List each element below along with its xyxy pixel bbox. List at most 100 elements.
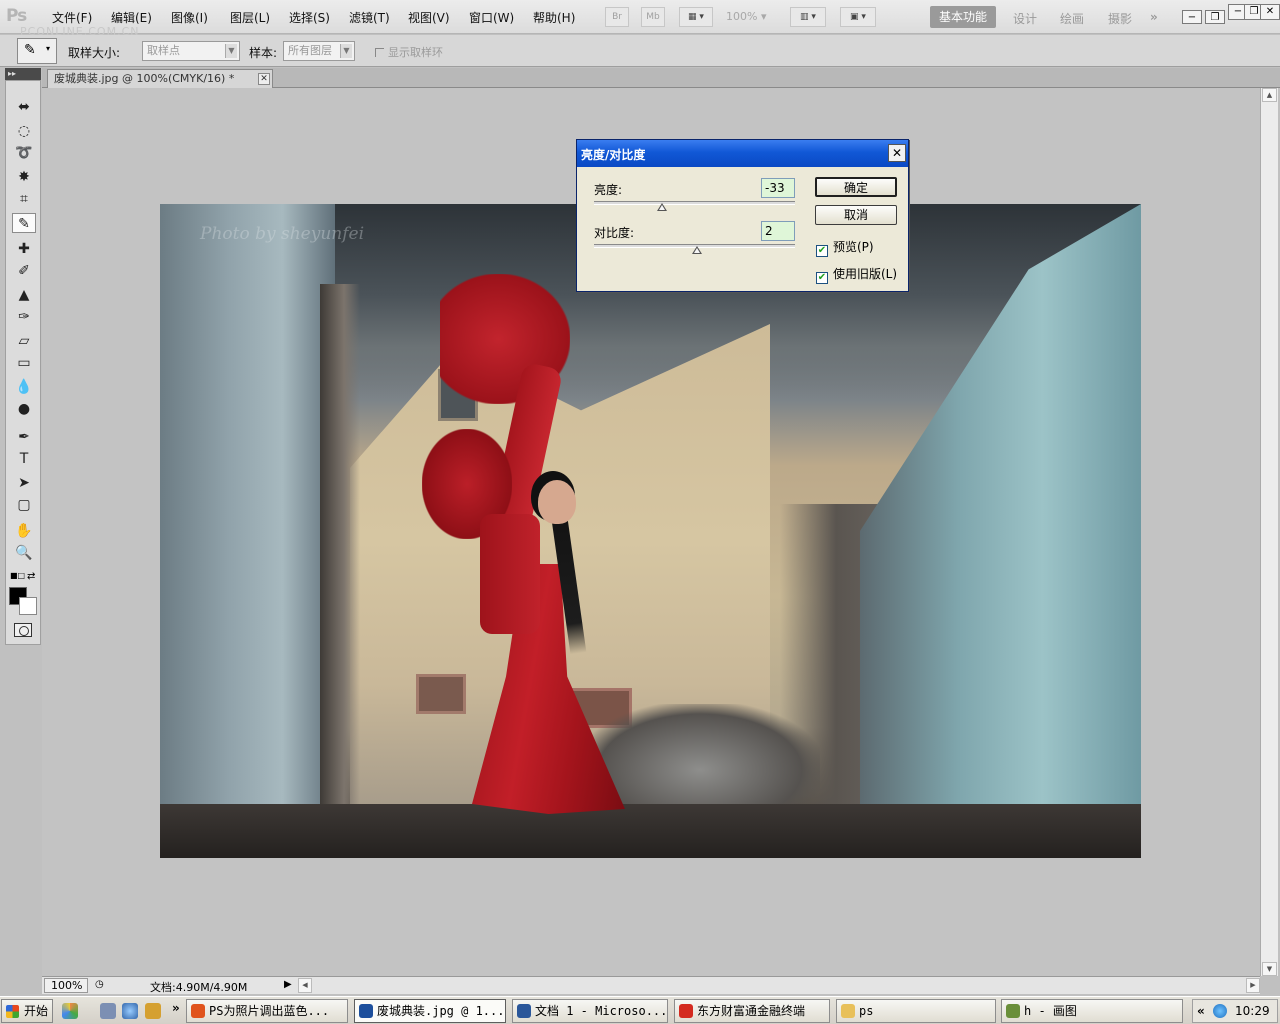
messenger-icon[interactable] (62, 1003, 78, 1019)
contrast-input[interactable]: 2 (761, 221, 795, 241)
menu-image[interactable]: 图像(I) (171, 9, 208, 26)
dialog-title-bar[interactable]: 亮度/对比度 ✕ (577, 140, 908, 167)
menu-help[interactable]: 帮助(H) (533, 9, 575, 26)
network-icon[interactable] (1213, 1004, 1227, 1018)
brightness-slider-thumb[interactable] (657, 203, 668, 211)
shape-tool-icon[interactable]: ▢ (12, 495, 36, 515)
status-menu-arrow-icon[interactable]: ▶ (284, 979, 292, 990)
dodge-tool-icon[interactable]: ● (12, 399, 36, 419)
scroll-left-icon[interactable]: ◀ (298, 978, 312, 993)
gradient-tool-icon[interactable]: ▭ (12, 353, 36, 373)
healing-brush-tool-icon[interactable]: ✚ (12, 239, 36, 259)
doc-minimize-button[interactable]: − (1182, 10, 1202, 24)
close-icon[interactable]: ✕ (888, 144, 906, 162)
vertical-scrollbar[interactable]: ▲ ▼ (1260, 88, 1278, 976)
taskbar-button-label: h - 画图 (1024, 1004, 1077, 1018)
mini-bridge-button[interactable]: Mb (641, 7, 665, 27)
preview-checkbox[interactable]: ✔ 预览(P) (816, 238, 874, 257)
pen-tool-icon[interactable]: ✒ (12, 427, 36, 447)
menu-select[interactable]: 选择(S) (289, 9, 330, 26)
contrast-slider-thumb[interactable] (691, 246, 702, 254)
clock: 10:29 (1235, 1004, 1270, 1018)
stamp-tool-icon[interactable]: ▲ (12, 285, 36, 305)
zoom-level-dropdown[interactable]: 100% ▾ (726, 10, 766, 23)
close-icon[interactable]: ✕ (258, 73, 270, 85)
app-icon (1006, 1004, 1020, 1018)
swap-colors-icon[interactable]: ⇄ (27, 571, 35, 582)
workspace-essentials[interactable]: 基本功能 (930, 6, 996, 28)
hand-tool-icon[interactable]: ✋ (12, 521, 36, 541)
scroll-right-icon[interactable]: ▶ (1246, 978, 1260, 993)
zoom-tool-icon[interactable]: 🔍 (12, 543, 36, 563)
document-tab-bar: 废城典装.jpg @ 100%(CMYK/16) * ✕ (42, 68, 1280, 88)
quick-mask-icon[interactable] (14, 623, 32, 637)
checkbox-icon: ✔ (816, 272, 828, 284)
window-close-button[interactable]: ✕ (1260, 4, 1280, 20)
taskbar-button[interactable]: 文档 1 - Microso... (512, 999, 668, 1023)
taskbar-button[interactable]: ps (836, 999, 996, 1023)
internet-explorer-icon[interactable] (122, 1003, 138, 1019)
taskbar-button[interactable]: h - 画图 (1001, 999, 1183, 1023)
menu-window[interactable]: 窗口(W) (469, 9, 514, 26)
workspace-photography[interactable]: 摄影 (1108, 10, 1132, 27)
type-tool-icon[interactable]: T (12, 449, 36, 469)
workspace-more-button[interactable]: » (1150, 10, 1158, 24)
scroll-up-icon[interactable]: ▲ (1262, 88, 1277, 102)
taskbar-button[interactable]: 废城典装.jpg @ 1... (354, 999, 506, 1023)
document-tab[interactable]: 废城典装.jpg @ 100%(CMYK/16) * ✕ (47, 69, 273, 88)
blur-tool-icon[interactable]: 💧 (12, 377, 36, 397)
taskbar-button-label: PS为照片调出蓝色... (209, 1004, 330, 1018)
menu-edit[interactable]: 编辑(E) (111, 9, 152, 26)
contrast-label: 对比度: (594, 226, 635, 240)
lasso-tool-icon[interactable]: ➰ (12, 143, 36, 163)
menu-file[interactable]: 文件(F) (52, 9, 92, 26)
menu-view[interactable]: 视图(V) (408, 9, 450, 26)
media-player-icon[interactable] (145, 1003, 161, 1019)
sample-size-select[interactable]: 取样点 ▼ (142, 41, 240, 61)
brush-tool-icon[interactable]: ✐ (12, 261, 36, 281)
menu-layer[interactable]: 图层(L) (230, 9, 270, 26)
toolbox-collapse-button[interactable]: ▸▸ (5, 68, 41, 80)
windows-logo-icon (6, 1005, 19, 1018)
workspace-painting[interactable]: 绘画 (1060, 10, 1084, 27)
contrast-slider[interactable] (594, 244, 795, 254)
show-sampling-ring-checkbox[interactable]: 显示取样环 (375, 44, 443, 60)
status-zoom-field[interactable]: 100% (44, 978, 88, 993)
background-color-swatch[interactable] (19, 597, 37, 615)
tool-preset-picker[interactable]: ✎ ▾ (17, 38, 57, 64)
toolbox: ⬌ ◌ ➰ ✸ ⌗ ✎ ✚ ✐ ▲ ✑ ▱ ▭ 💧 ● ✒ T ➤ ▢ ✋ 🔍 ■□ ⇄ (5, 80, 41, 645)
move-tool-icon[interactable]: ⬌ (12, 97, 36, 117)
brightness-slider[interactable] (594, 201, 795, 211)
sample-select[interactable]: 所有图层 ▼ (283, 41, 355, 61)
default-colors-icon[interactable]: ■□ (10, 571, 25, 580)
workspace-design[interactable]: 设计 (1013, 10, 1037, 27)
show-desktop-icon[interactable] (100, 1003, 116, 1019)
history-brush-tool-icon[interactable]: ✑ (12, 307, 36, 327)
quick-launch-more[interactable]: » (172, 1001, 180, 1015)
path-select-tool-icon[interactable]: ➤ (12, 473, 36, 493)
system-tray: « 10:29 (1192, 999, 1278, 1023)
eyedropper-tool-icon[interactable]: ✎ (12, 213, 36, 233)
eraser-tool-icon[interactable]: ▱ (12, 331, 36, 351)
bridge-button[interactable]: Br (605, 7, 629, 27)
tray-expand-button[interactable]: « (1197, 1004, 1205, 1018)
menu-filter[interactable]: 滤镜(T) (349, 9, 390, 26)
use-legacy-checkbox[interactable]: ✔ 使用旧版(L) (816, 265, 897, 284)
marquee-tool-icon[interactable]: ◌ (12, 121, 36, 141)
document-photo[interactable]: Photo by sheyunfei (160, 204, 1141, 858)
status-info-icon[interactable]: ◷ (95, 979, 104, 990)
view-extras-button[interactable]: ▦ ▾ (679, 7, 713, 27)
photo-left-wall (160, 204, 335, 858)
arrange-documents-button[interactable]: ▥ ▾ (790, 7, 826, 27)
doc-restore-button[interactable]: ❐ (1205, 10, 1225, 24)
screen-mode-button[interactable]: ▣ ▾ (840, 7, 876, 27)
crop-tool-icon[interactable]: ⌗ (12, 189, 36, 209)
brightness-input[interactable]: -33 (761, 178, 795, 198)
scroll-down-icon[interactable]: ▼ (1262, 962, 1277, 976)
start-button[interactable]: 开始 (1, 999, 53, 1023)
taskbar-button[interactable]: 东方财富通金融终端 (674, 999, 830, 1023)
ok-button[interactable]: 确定 (815, 177, 897, 197)
cancel-button[interactable]: 取消 (815, 205, 897, 225)
taskbar-button[interactable]: PS为照片调出蓝色... (186, 999, 348, 1023)
magic-wand-tool-icon[interactable]: ✸ (12, 167, 36, 187)
